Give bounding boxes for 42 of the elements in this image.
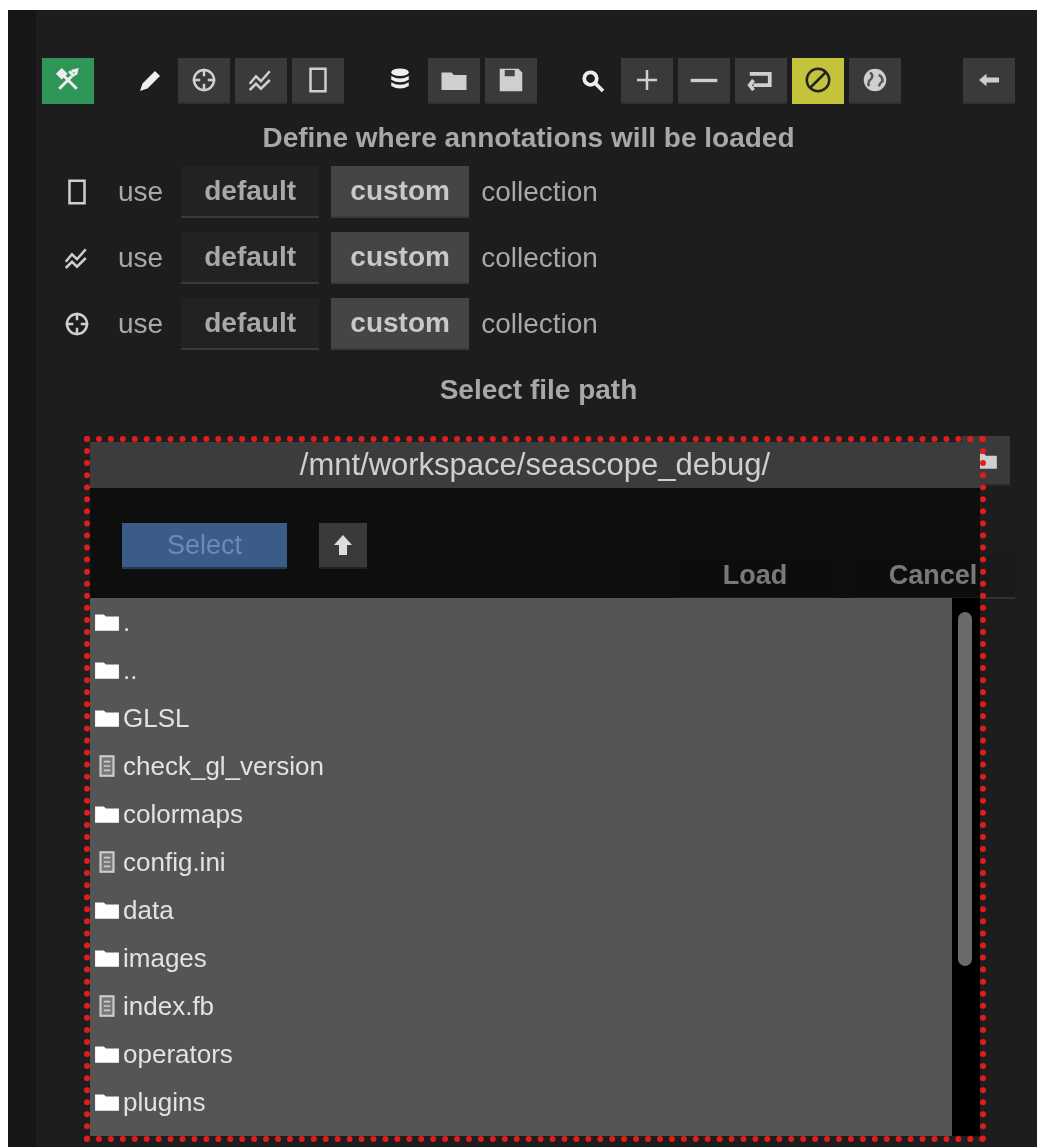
save-button[interactable]: [485, 58, 537, 104]
no-entry-icon: [803, 65, 833, 95]
up-button[interactable]: [319, 523, 367, 569]
rectangle-button[interactable]: [292, 58, 344, 104]
file-list-item[interactable]: config.ini: [90, 838, 952, 886]
minus-icon: [689, 76, 719, 84]
up-arrow-icon: [332, 533, 354, 557]
option-button[interactable]: default: [181, 166, 320, 218]
crosshair-button[interactable]: [178, 58, 230, 104]
minus-button[interactable]: [678, 58, 730, 104]
file-list-item[interactable]: data: [90, 886, 952, 934]
row-label: use: [118, 308, 164, 340]
path-field[interactable]: /mnt/workspace/seascope_debug/: [90, 442, 980, 488]
file-list-item[interactable]: check_gl_version: [90, 742, 952, 790]
return-button[interactable]: [735, 58, 787, 104]
scrollbar-thumb[interactable]: [958, 612, 972, 966]
no-entry-button[interactable]: [792, 58, 844, 104]
file-list-item[interactable]: images: [90, 934, 952, 982]
option-button[interactable]: custom: [331, 166, 470, 218]
tools-button[interactable]: [42, 58, 94, 104]
option-button[interactable]: custom: [331, 232, 470, 284]
file-list-item[interactable]: ..: [90, 646, 952, 694]
option-button[interactable]: custom: [331, 298, 470, 350]
file-list-item[interactable]: plugins: [90, 1078, 952, 1126]
folder-button[interactable]: [428, 58, 480, 104]
file-list-item[interactable]: index.fb: [90, 982, 952, 1030]
file-list-item[interactable]: .: [90, 598, 952, 646]
row-suffix: collection: [481, 242, 598, 274]
row-label: use: [118, 176, 164, 208]
row-label: use: [118, 242, 164, 274]
section-heading: Define where annotations will be loaded: [261, 122, 796, 154]
file-list-item[interactable]: colormaps: [90, 790, 952, 838]
file-list-item[interactable]: GLSL: [90, 694, 952, 742]
plus-button[interactable]: [621, 58, 673, 104]
option-button[interactable]: default: [181, 232, 320, 284]
globe-button[interactable]: [849, 58, 901, 104]
option-button[interactable]: default: [181, 298, 320, 350]
section-heading: Select file path: [438, 374, 639, 406]
row-suffix: collection: [481, 176, 598, 208]
line-chart-button[interactable]: [235, 58, 287, 104]
file-list-item[interactable]: operators: [90, 1030, 952, 1078]
row-suffix: collection: [481, 308, 598, 340]
